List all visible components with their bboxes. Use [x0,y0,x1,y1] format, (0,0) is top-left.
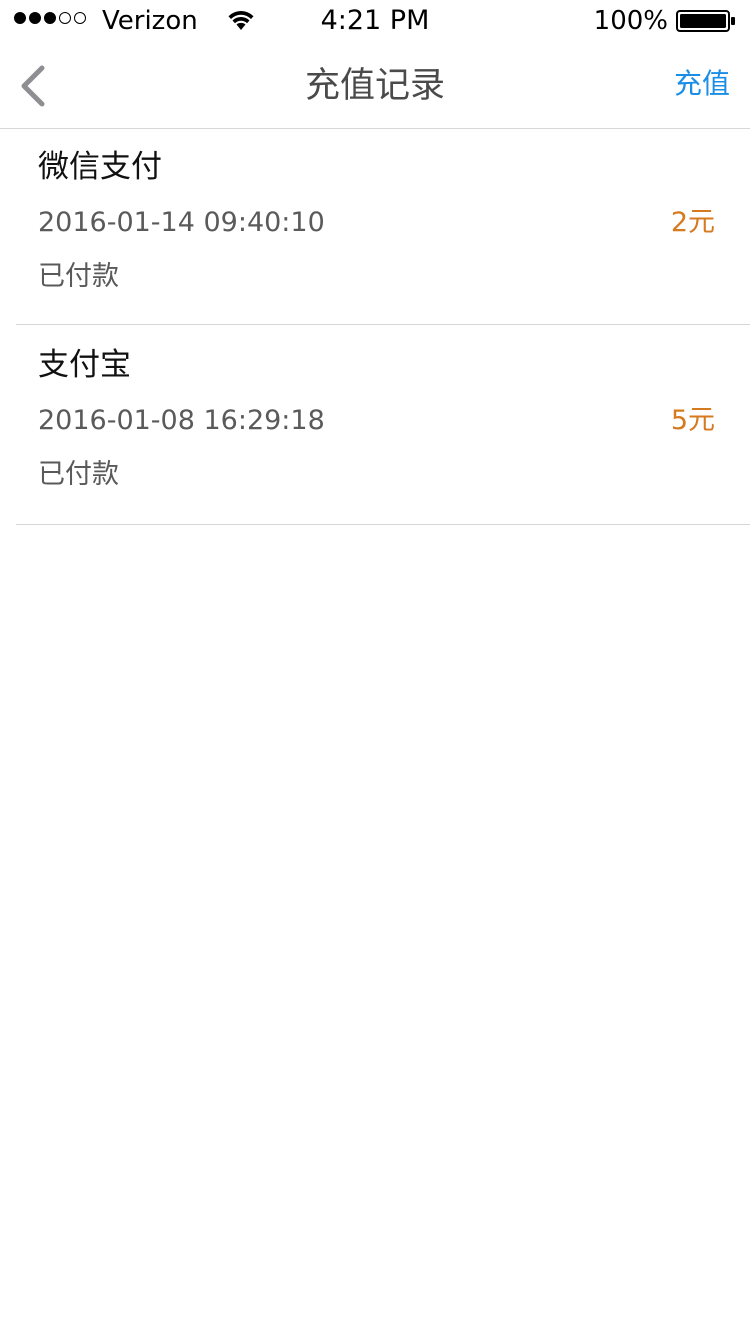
record-datetime: 2016-01-14 09:40:10 [38,207,325,238]
recharge-button[interactable]: 充值 [674,64,730,104]
record-amount: 2元 [670,207,715,238]
status-bar: Verizon 4:21 PM 100% [0,0,750,40]
list-item[interactable]: 微信支付 2016-01-14 09:40:10 2元 已付款 [16,129,750,325]
record-datetime: 2016-01-08 16:29:18 [38,405,325,436]
page-title: 充值记录 [304,66,445,106]
record-amount: 5元 [670,405,715,436]
screen: Verizon 4:21 PM 100% 充值记录 充值 微信支付 2016-0… [0,0,750,1334]
recharge-record-list: 微信支付 2016-01-14 09:40:10 2元 已付款 支付宝 2016… [0,129,750,525]
battery-icon [676,10,735,32]
list-item[interactable]: 支付宝 2016-01-08 16:29:18 5元 已付款 [16,325,750,525]
payment-status: 已付款 [38,459,119,490]
payment-method: 微信支付 [38,149,162,185]
battery-percentage: 100% [593,6,668,36]
payment-method: 支付宝 [38,347,131,383]
payment-status: 已付款 [38,261,119,292]
navigation-bar: 充值记录 充值 [0,40,750,129]
